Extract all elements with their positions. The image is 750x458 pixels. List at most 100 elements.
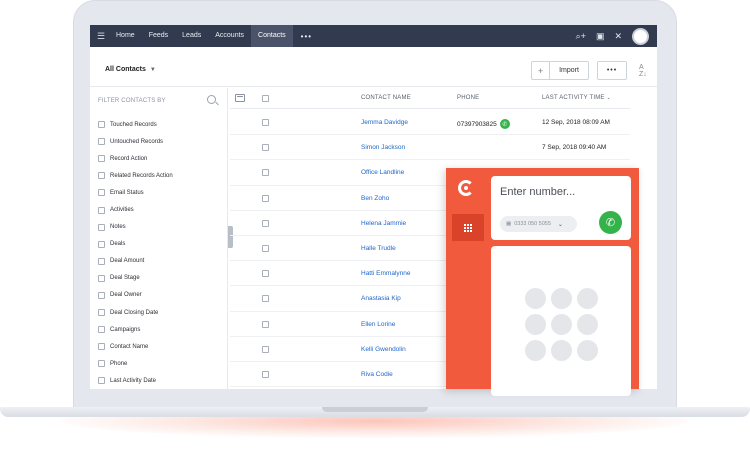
caller-id-select[interactable]: ▦ 0333 050 5055 ⌄ xyxy=(500,216,577,232)
filter-item[interactable]: Campaigns xyxy=(98,321,173,338)
row-checkbox[interactable] xyxy=(262,270,269,278)
contact-name-link[interactable]: Hatti Emmalynne xyxy=(361,270,411,277)
filter-label: Deal Stage xyxy=(110,275,140,282)
row-checkbox[interactable] xyxy=(262,219,269,227)
filter-checkbox[interactable] xyxy=(98,223,105,231)
filter-checkbox[interactable] xyxy=(98,360,105,368)
keypad-key[interactable] xyxy=(577,340,598,361)
number-input[interactable]: Enter number... xyxy=(500,186,575,198)
filter-item[interactable]: Related Records Action xyxy=(98,167,173,184)
filter-item[interactable]: Phone xyxy=(98,355,173,372)
import-button[interactable]: Import xyxy=(549,61,589,80)
search-icon[interactable] xyxy=(207,95,216,104)
nav-accounts[interactable]: Accounts xyxy=(208,25,251,47)
filter-item[interactable]: Email Status xyxy=(98,184,173,201)
header-last-activity-label: LAST ACTIVITY TIME xyxy=(542,95,605,101)
row-checkbox[interactable] xyxy=(262,119,269,126)
filter-checkbox[interactable] xyxy=(98,377,105,385)
filter-checkbox[interactable] xyxy=(98,172,105,180)
table-row[interactable]: Simon Jackson 7 Sep, 2018 09:40 AM xyxy=(230,135,630,161)
menu-icon[interactable]: ☰ xyxy=(93,31,109,42)
filter-title: FILTER CONTACTS BY xyxy=(98,98,166,104)
filter-checkbox[interactable] xyxy=(98,155,105,163)
keypad-key[interactable] xyxy=(551,340,572,361)
contact-name-link[interactable]: Ben Zoho xyxy=(361,195,389,202)
filter-item[interactable]: Contact Name xyxy=(98,338,173,355)
filter-checkbox[interactable] xyxy=(98,309,105,317)
filter-checkbox[interactable] xyxy=(98,138,105,146)
row-checkbox[interactable] xyxy=(262,320,269,328)
row-checkbox[interactable] xyxy=(262,371,269,378)
last-activity-cell: 7 Sep, 2018 09:40 AM xyxy=(542,144,607,152)
table-row[interactable]: Jemma Davidge 07397903825 ✆ 12 Sep, 2018 08… xyxy=(230,110,630,136)
keypad-key[interactable] xyxy=(525,314,546,335)
filter-label: Deals xyxy=(110,241,126,248)
row-checkbox[interactable] xyxy=(262,295,269,303)
chevron-down-icon: ⌄ xyxy=(557,221,563,228)
more-actions-button[interactable]: ••• xyxy=(597,61,627,80)
row-checkbox[interactable] xyxy=(262,144,269,152)
filter-checkbox[interactable] xyxy=(98,121,105,129)
view-selector[interactable]: All Contacts ▼ xyxy=(105,66,156,73)
filter-item[interactable]: Deal Owner xyxy=(98,287,173,304)
header-last-activity[interactable]: LAST ACTIVITY TIME ⌄ xyxy=(542,95,611,101)
contact-name-link[interactable]: Halle Trudle xyxy=(361,245,396,252)
contact-name-link[interactable]: Ellen Lorine xyxy=(361,321,395,328)
keypad-key[interactable] xyxy=(551,314,572,335)
search-add-icon[interactable]: ⌕+ xyxy=(576,31,586,42)
keypad-key[interactable] xyxy=(577,288,598,309)
filter-checkbox[interactable] xyxy=(98,274,105,282)
filter-item[interactable]: Deal Stage xyxy=(98,270,173,287)
filter-item[interactable]: Activities xyxy=(98,201,173,218)
sort-az-icon[interactable]: A Z↓ xyxy=(639,64,647,78)
click-to-call-icon[interactable]: ✆ xyxy=(499,119,510,129)
column-settings-icon[interactable] xyxy=(235,94,245,102)
filter-item[interactable]: Deals xyxy=(98,236,173,253)
nav-contacts[interactable]: Contacts xyxy=(251,25,293,47)
contact-name-link[interactable]: Office Landline xyxy=(361,169,404,176)
tools-icon[interactable]: ✕ xyxy=(614,31,622,42)
row-checkbox[interactable] xyxy=(262,194,269,202)
filter-checkbox[interactable] xyxy=(98,326,105,334)
filter-checkbox[interactable] xyxy=(98,257,105,265)
keypad-key[interactable] xyxy=(525,288,546,309)
filter-item[interactable]: Touched Records xyxy=(98,116,173,133)
keypad-key[interactable] xyxy=(577,314,598,335)
nav-leads[interactable]: Leads xyxy=(175,25,208,47)
filter-item[interactable]: Deal Amount xyxy=(98,253,173,270)
nav-feeds[interactable]: Feeds xyxy=(142,25,175,47)
contact-name-link[interactable]: Kelli Gwendolin xyxy=(361,346,406,353)
filter-checkbox[interactable] xyxy=(98,291,105,299)
header-contact-name[interactable]: CONTACT NAME xyxy=(361,95,411,101)
filter-checkbox[interactable] xyxy=(98,240,105,248)
header-phone[interactable]: PHONE xyxy=(457,95,479,101)
keypad-tab[interactable] xyxy=(452,214,484,241)
row-checkbox[interactable] xyxy=(262,245,269,252)
phone-value[interactable]: 07397903825 xyxy=(457,121,497,128)
nav-more-button[interactable]: ••• xyxy=(293,32,320,41)
contact-name-link[interactable]: Jemma Davidge xyxy=(361,119,408,126)
call-button[interactable]: ✆ xyxy=(599,211,622,234)
filter-item[interactable]: Record Action xyxy=(98,150,173,167)
contact-name-link[interactable]: Riva Codie xyxy=(361,371,393,378)
row-checkbox[interactable] xyxy=(262,169,269,177)
filter-checkbox[interactable] xyxy=(98,206,105,214)
filter-item[interactable]: Notes xyxy=(98,219,173,236)
row-checkbox[interactable] xyxy=(262,345,269,353)
filter-checkbox[interactable] xyxy=(98,189,105,197)
contact-name-link[interactable]: Simon Jackson xyxy=(361,144,405,151)
add-contact-button[interactable]: + xyxy=(531,61,549,80)
dialer-panel: Enter number... ▦ 0333 050 5055 ⌄ ✆ xyxy=(446,168,639,396)
avatar[interactable] xyxy=(632,27,649,45)
calendar-icon[interactable]: ▣ xyxy=(596,31,605,42)
nav-home[interactable]: Home xyxy=(109,25,142,47)
keypad-key[interactable] xyxy=(525,340,546,361)
filter-item[interactable]: Untouched Records xyxy=(98,133,173,150)
contact-name-link[interactable]: Anastasia Kip xyxy=(361,295,401,302)
filter-item[interactable]: Last Activity Date xyxy=(98,372,173,389)
filter-item[interactable]: Deal Closing Date xyxy=(98,304,173,321)
keypad-key[interactable] xyxy=(551,288,572,309)
select-all-checkbox[interactable] xyxy=(262,95,269,102)
filter-checkbox[interactable] xyxy=(98,343,105,351)
contact-name-link[interactable]: Helena Jammie xyxy=(361,220,406,227)
